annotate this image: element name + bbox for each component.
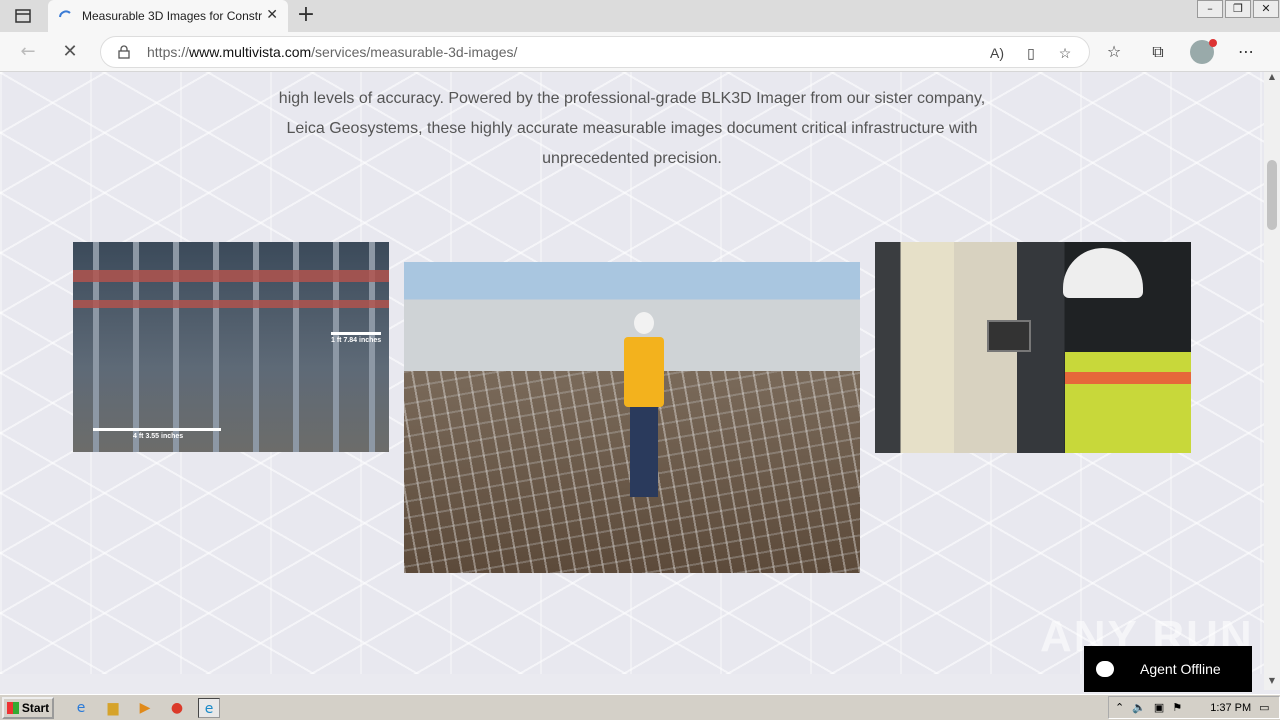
chat-bubble-icon [1096, 661, 1114, 677]
clock[interactable]: 1:37 PM [1210, 702, 1251, 714]
profile-avatar[interactable] [1190, 39, 1217, 64]
add-favorite-icon[interactable]: ☆ [1055, 43, 1075, 63]
measurement-line [93, 428, 221, 431]
clipped-line [240, 72, 1024, 84]
windows-taskbar: Start e ▆ ▶ ● e ⌃ 🔈 ▣ ⚑ 1:37 PM ▭ [0, 694, 1280, 720]
tray-expand-icon[interactable]: ⌃ [1115, 701, 1124, 714]
close-window-button[interactable]: ✕ [1253, 0, 1279, 18]
volume-icon[interactable]: 🔈 [1132, 701, 1146, 714]
stop-loading-button[interactable]: ✕ [58, 40, 82, 64]
back-button[interactable]: ← [16, 40, 40, 64]
ie-icon[interactable]: e [70, 698, 92, 718]
windows-logo-icon [6, 701, 19, 714]
red-beam [73, 270, 389, 282]
measured-wall-photo: 1 ft 7.84 inches 4 ft 3.55 inches [73, 242, 389, 452]
address-bar[interactable]: https://www.multivista.com/services/meas… [100, 36, 1090, 68]
measurement-label: 4 ft 3.55 inches [133, 433, 184, 440]
scroll-down-icon[interactable]: ▼ [1264, 676, 1280, 690]
chat-status-label: Agent Offline [1140, 661, 1221, 677]
tab-title: Measurable 3D Images for Constr [82, 9, 262, 23]
media-player-icon[interactable]: ▶ [134, 698, 156, 718]
hard-hat [1063, 248, 1143, 298]
chat-widget-button[interactable]: Agent Offline [1084, 646, 1252, 692]
collections-icon[interactable]: ⧉ [1146, 40, 1170, 64]
chrome-icon[interactable]: ● [166, 698, 188, 718]
favorites-icon[interactable]: ☆ [1102, 40, 1126, 64]
toolbar-right: ☆ ⧉ ⋯ [1102, 39, 1258, 64]
network-icon[interactable]: ▣ [1154, 701, 1164, 714]
url-path: /services/measurable-3d-images/ [311, 44, 518, 60]
system-tray: ⌃ 🔈 ▣ ⚑ 1:37 PM ▭ [1108, 696, 1280, 719]
paragraph-line-3: unprecedented precision. [542, 150, 722, 167]
more-menu-icon[interactable]: ⋯ [1234, 40, 1258, 64]
blk3d-imager-device [987, 320, 1031, 352]
quick-launch: e ▆ ▶ ● e [70, 697, 220, 718]
tab-close-icon[interactable]: ✕ [266, 7, 278, 23]
lock-icon[interactable] [117, 45, 131, 59]
scroll-thumb[interactable] [1267, 160, 1277, 230]
restore-button[interactable]: ❐ [1225, 0, 1251, 18]
flag-icon[interactable]: ⚑ [1172, 701, 1182, 714]
paragraph-line-2: Leica Geosystems, these highly accurate … [286, 120, 978, 137]
tab-actions-icon[interactable] [12, 6, 34, 26]
url-host: www.multivista.com [189, 44, 312, 60]
worker-imager-photo [875, 242, 1191, 453]
page-scrollbar[interactable]: ▲ ▼ [1264, 72, 1280, 690]
start-button[interactable]: Start [2, 696, 54, 719]
start-label: Start [21, 700, 50, 715]
loading-favicon-icon [58, 9, 72, 23]
tab-bar: Measurable 3D Images for Constr ✕ + – ❐ … [0, 0, 1280, 32]
measurement-line [331, 332, 381, 335]
window-controls: – ❐ ✕ [1196, 0, 1280, 18]
folder-icon[interactable]: ▆ [102, 698, 124, 718]
url-prefix: https:// [147, 44, 190, 60]
description-paragraph: high levels of accuracy. Powered by the … [240, 72, 1024, 174]
page-content: high levels of accuracy. Powered by the … [0, 72, 1264, 674]
address-bar-icons: A) ▯ ☆ [987, 43, 1075, 63]
paragraph-line-1: high levels of accuracy. Powered by the … [278, 90, 986, 107]
scroll-up-icon[interactable]: ▲ [1264, 72, 1280, 86]
browser-toolbar: ← ✕ https://www.multivista.com/services/… [0, 32, 1280, 72]
measurement-label: 1 ft 7.84 inches [331, 337, 382, 344]
active-tab[interactable]: Measurable 3D Images for Constr ✕ [48, 0, 288, 32]
safety-vest [1065, 352, 1191, 453]
red-beam [73, 300, 389, 308]
worker-figure [624, 312, 664, 502]
immersive-reader-icon[interactable]: ▯ [1021, 43, 1041, 63]
worker-rebar-photo [404, 262, 860, 573]
new-tab-button[interactable]: + [294, 3, 318, 27]
show-desktop-icon[interactable]: ▭ [1259, 701, 1269, 714]
minimize-button[interactable]: – [1197, 0, 1223, 18]
read-aloud-icon[interactable]: A) [987, 43, 1007, 63]
edge-icon[interactable]: e [198, 697, 220, 718]
